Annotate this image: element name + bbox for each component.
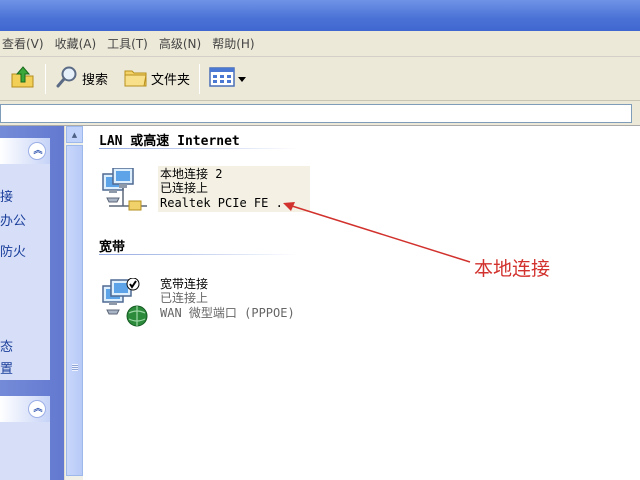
annotation-label: 本地连接 — [474, 258, 551, 280]
annotation-arrow-icon — [283, 202, 471, 263]
explorer-window: 查看(V) 收藏(A) 工具(T) 高级(N) 帮助(H) 搜索 文件夹 ︽ 接… — [0, 0, 640, 480]
